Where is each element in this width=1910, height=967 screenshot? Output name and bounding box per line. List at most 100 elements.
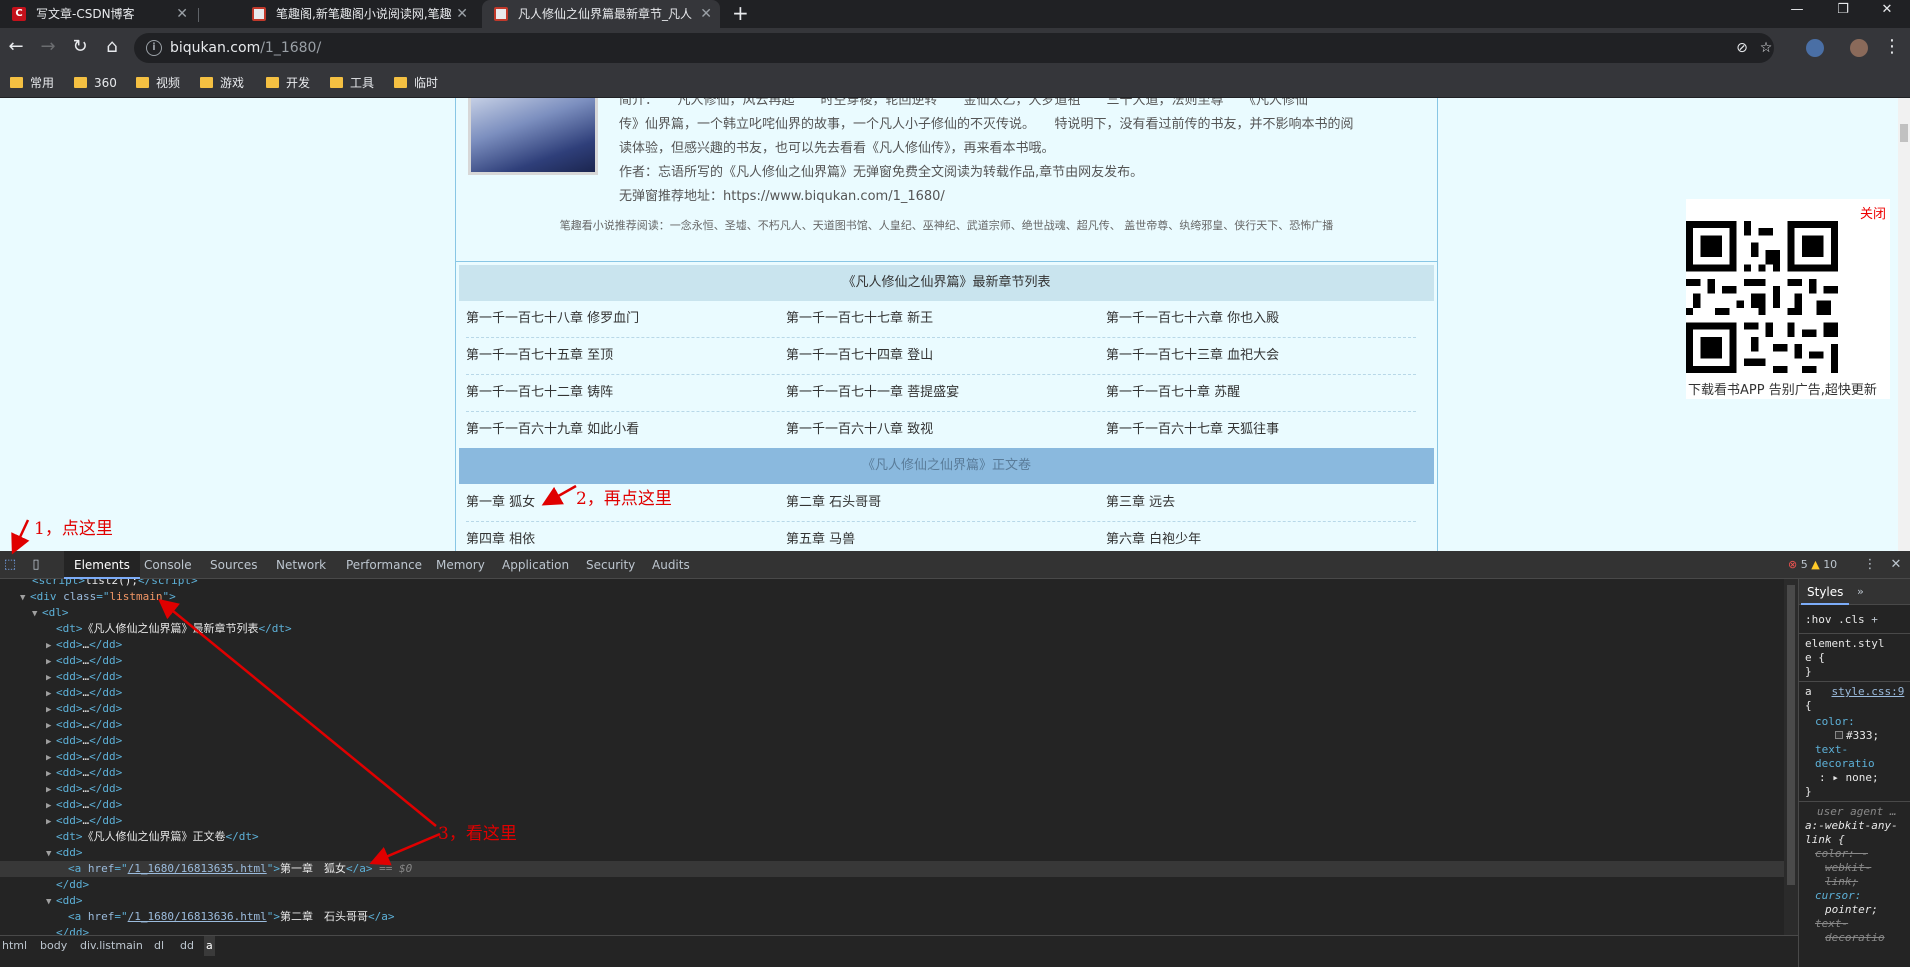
device-toolbar-icon[interactable]: ▯ [28, 557, 44, 573]
dom-tree-scrollbar[interactable] [1784, 579, 1798, 935]
reload-icon[interactable]: ↻ [68, 36, 92, 60]
dom-node[interactable]: </dd> [0, 877, 1784, 893]
tab-styles[interactable]: Styles [1801, 579, 1850, 605]
minimize-icon[interactable]: — [1774, 0, 1820, 22]
dom-node[interactable]: </dd> [0, 925, 1784, 935]
dom-node[interactable]: ▶ <dd>…</dd> [0, 717, 1784, 733]
chapter-link[interactable]: 第五章 马兽 [786, 522, 855, 551]
scrollbar-thumb[interactable] [1787, 585, 1795, 885]
bookmark-folder[interactable]: 视频 [136, 75, 180, 91]
dom-node[interactable]: <a href="/1_1680/16813636.html">第二章 石头哥哥… [0, 909, 1784, 925]
bookmark-folder[interactable]: 临时 [394, 75, 438, 91]
breadcrumb-item[interactable]: a [204, 936, 215, 956]
ad-close-button[interactable]: 关闭 [1860, 203, 1886, 222]
breadcrumb-item[interactable]: html [0, 936, 29, 956]
bookmark-folder[interactable]: 开发 [266, 75, 310, 91]
style-value[interactable]: #333; [1805, 729, 1909, 743]
dom-node[interactable]: <dt>《凡人修仙之仙界篇》最新章节列表</dt> [0, 621, 1784, 637]
breadcrumb-item[interactable]: body [38, 936, 69, 956]
chapter-link[interactable]: 第一千一百七十二章 铸阵 [466, 375, 613, 411]
chapter-link[interactable]: 第二章 石头哥哥 [786, 485, 881, 521]
tab-performance[interactable]: Performance [336, 551, 432, 579]
close-devtools-icon[interactable]: ✕ [1888, 557, 1904, 573]
bookmark-folder[interactable]: 常用 [10, 75, 54, 91]
dom-node[interactable]: ▶ <dd>…</dd> [0, 781, 1784, 797]
dom-node[interactable]: ▶ <dd>…</dd> [0, 653, 1784, 669]
tab-application[interactable]: Application [492, 551, 579, 579]
style-property[interactable]: decoratio [1805, 757, 1909, 771]
breadcrumb-item[interactable]: div.listmain [78, 936, 145, 956]
extension-icon[interactable] [1806, 39, 1824, 57]
close-icon[interactable]: ✕ [176, 0, 188, 28]
bookmark-folder[interactable]: 360 [74, 75, 117, 91]
dom-node[interactable]: ▶ <dd>…</dd> [0, 669, 1784, 685]
color-swatch-icon[interactable] [1835, 731, 1843, 739]
dom-node[interactable]: ▶ <dd>…</dd> [0, 797, 1784, 813]
dom-node[interactable]: ▶ <dd>…</dd> [0, 637, 1784, 653]
book-cover[interactable] [468, 98, 598, 175]
chapter-link[interactable]: 第一千一百七十章 苏醒 [1106, 375, 1240, 411]
chapter-link[interactable]: 第一千一百七十六章 你也入殿 [1106, 301, 1279, 337]
style-value[interactable]: : ▸ none; [1805, 771, 1909, 785]
dom-node[interactable]: ▼ <dl> [0, 605, 1784, 621]
dom-node[interactable]: ▶ <dd>…</dd> [0, 701, 1784, 717]
chapter-link[interactable]: 第一千一百七十七章 新王 [786, 301, 933, 337]
restore-icon[interactable]: ❐ [1820, 0, 1866, 22]
dom-node[interactable]: <dt>《凡人修仙之仙界篇》正文卷</dt> [0, 829, 1784, 845]
chapter-link[interactable]: 第一千一百七十一章 菩提盛宴 [786, 375, 959, 411]
chapter-link[interactable]: 第一千一百六十八章 致视 [786, 412, 933, 448]
tab-audits[interactable]: Audits [642, 551, 700, 579]
inspect-element-icon[interactable]: ⬚ [2, 557, 18, 573]
window-close-icon[interactable]: ✕ [1864, 0, 1910, 22]
breadcrumb-item[interactable]: dl [152, 936, 166, 956]
dom-node[interactable]: ▼ <dd> [0, 845, 1784, 861]
chapter-link[interactable]: 第一千一百七十三章 血祀大会 [1106, 338, 1279, 374]
address-bar[interactable]: i biqukan.com/1_1680/ ⊘ ☆ [134, 33, 1774, 63]
more-tabs-icon[interactable]: » [1857, 579, 1864, 605]
chapter-link[interactable]: 第三章 远去 [1106, 485, 1175, 521]
forward-icon[interactable]: → [36, 36, 60, 60]
dom-tree[interactable]: <script>list2();</script> ▼ <div class="l… [0, 579, 1784, 935]
dom-node[interactable]: ▶ <dd>…</dd> [0, 685, 1784, 701]
qr-code-image[interactable] [1686, 221, 1838, 373]
style-property[interactable]: color: [1805, 715, 1909, 729]
menu-icon[interactable]: ⋮ [1880, 36, 1904, 60]
url-text[interactable]: biqukan.com/1_1680/ [170, 33, 321, 63]
tab-biquge[interactable]: 笔趣阁,新笔趣阁小说阅读网,笔趣 ✕ [240, 0, 476, 28]
tab-security[interactable]: Security [576, 551, 645, 579]
chapter-link[interactable]: 第一千一百六十九章 如此小看 [466, 412, 639, 448]
info-icon[interactable]: i [146, 40, 162, 56]
tab-network[interactable]: Network [266, 551, 336, 579]
chapter-link[interactable]: 第一千一百六十七章 天狐往事 [1106, 412, 1279, 448]
tab-fanren[interactable]: 凡人修仙之仙界篇最新章节_凡人 ✕ [482, 0, 720, 28]
more-options-icon[interactable]: ⋮ [1862, 557, 1878, 573]
bookmark-folder[interactable]: 工具 [330, 75, 374, 91]
close-icon[interactable]: ✕ [456, 0, 468, 28]
breadcrumb-item[interactable]: dd [178, 936, 196, 956]
dom-node[interactable]: ▶ <dd>…</dd> [0, 813, 1784, 829]
chapter-link[interactable]: 第一千一百七十四章 登山 [786, 338, 933, 374]
tab-elements[interactable]: Elements [64, 551, 140, 579]
page-scrollbar[interactable] [1898, 98, 1910, 551]
chapter-link[interactable]: 第四章 相依 [466, 522, 535, 551]
issue-counts[interactable]: ⊗ 5 ▲ 10 [1788, 551, 1837, 579]
dom-node[interactable]: ▶ <dd>…</dd> [0, 733, 1784, 749]
chapter-link[interactable]: 第一章 狐女 [466, 485, 535, 521]
add-rule-icon[interactable]: + [1871, 613, 1878, 626]
dom-node[interactable]: ▶ <dd>…</dd> [0, 765, 1784, 781]
style-property[interactable]: text- [1805, 743, 1909, 757]
tab-csdn[interactable]: C 写文章-CSDN博客 ✕ [0, 0, 196, 28]
dom-node[interactable]: ▼ <div class="listmain"> [0, 589, 1784, 605]
popup-blocked-icon[interactable]: ⊘ [1734, 40, 1750, 56]
avatar[interactable] [1850, 39, 1868, 57]
chapter-link[interactable]: 第六章 白袍少年 [1106, 522, 1201, 551]
chapter-link[interactable]: 第一千一百七十五章 至顶 [466, 338, 613, 374]
dom-node[interactable]: ▶ <dd>…</dd> [0, 749, 1784, 765]
selected-dom-node[interactable]: <a href="/1_1680/16813635.html">第一章 狐女</… [0, 861, 1784, 877]
back-icon[interactable]: ← [4, 36, 28, 60]
chapter-link[interactable]: 第一千一百七十八章 修罗血门 [466, 301, 639, 337]
new-tab-icon[interactable]: + [732, 0, 749, 28]
bookmark-star-icon[interactable]: ☆ [1758, 40, 1774, 56]
dom-node[interactable]: ▼ <dd> [0, 893, 1784, 909]
tab-memory[interactable]: Memory [426, 551, 495, 579]
